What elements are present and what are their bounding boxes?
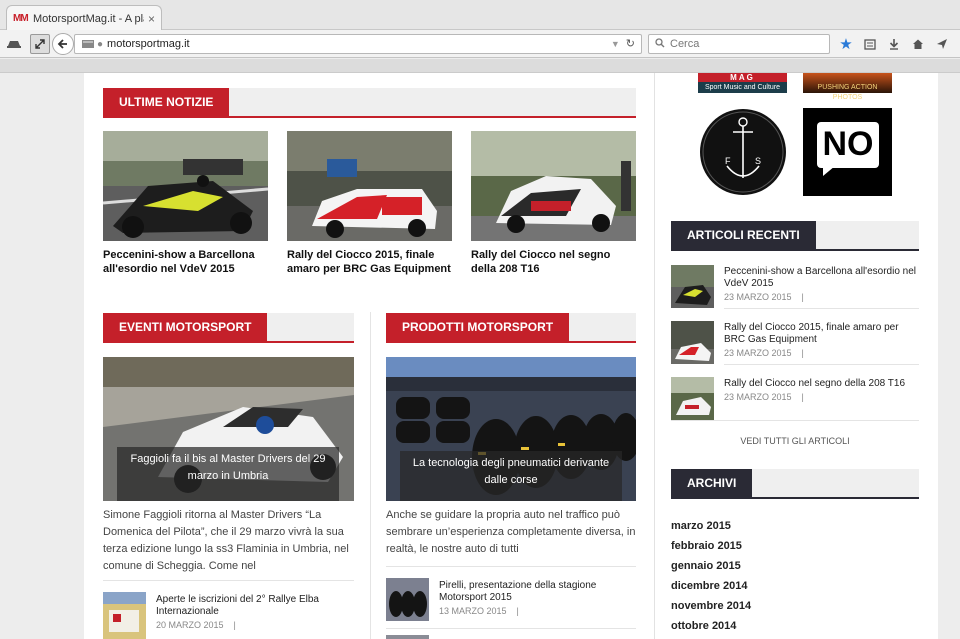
reading-list-icon[interactable]: [860, 34, 880, 54]
private-mode-icon[interactable]: [4, 34, 24, 54]
separator: [386, 566, 636, 567]
page-info-icon[interactable]: [81, 34, 95, 54]
see-all-articles-link[interactable]: VEDI TUTTI GLI ARTICOLI: [671, 436, 919, 446]
archive-link-6[interactable]: ottobre 2014: [671, 620, 736, 632]
section-header-products: PRODOTTI MOTORSPORT: [386, 313, 636, 343]
mag-brand: MAG: [698, 73, 787, 82]
search-placeholder: Cerca: [670, 38, 700, 50]
section-title: ULTIME NOTIZIE: [103, 88, 230, 116]
tab-title: MotorsportMag.it - A place ...: [33, 12, 144, 25]
dropdown-arrow-icon[interactable]: ▼: [611, 39, 620, 49]
recent-thumb-2[interactable]: [671, 321, 714, 364]
search-input[interactable]: Cerca: [648, 34, 830, 54]
events-list-date-1: 20 MARZO 2015 |: [156, 620, 236, 630]
products-list-date-1: 13 MARZO 2015 |: [439, 606, 519, 616]
archive-link-3[interactable]: gennaio 2015: [671, 560, 741, 572]
recent-title-2[interactable]: Rally del Ciocco 2015, finale amaro per …: [724, 322, 919, 346]
url-text: motorsportmag.it: [107, 38, 190, 50]
events-list-thumb-1[interactable]: [103, 592, 146, 639]
fullscreen-toggle-icon[interactable]: [30, 33, 50, 54]
search-icon: [655, 37, 665, 51]
column-divider: [370, 312, 371, 639]
news-title-2[interactable]: Rally del Ciocco 2015, finale amaro per …: [287, 248, 452, 276]
events-feature-title[interactable]: Faggioli fa il bis al Master Drivers del…: [117, 447, 339, 501]
address-bar[interactable]: ● motorsportmag.it ▼ ↻: [74, 34, 642, 54]
news-title-1[interactable]: Peccenini-show a Barcellona all'esordio …: [103, 248, 263, 276]
browser-tab[interactable]: MM MotorsportMag.it - A place ... ×: [6, 5, 162, 31]
recent-title-1[interactable]: Peccenini-show a Barcellona all'esordio …: [724, 266, 919, 290]
sidebar-divider: [654, 73, 655, 639]
products-list-thumb-1[interactable]: [386, 578, 429, 621]
reload-icon[interactable]: ▼ ↻: [611, 37, 635, 50]
site-favicon-icon: MM: [13, 12, 29, 24]
tab-bar: MM MotorsportMag.it - A place ... ×: [0, 0, 960, 31]
recent-title-3[interactable]: Rally del Ciocco nel segno della 208 T16: [724, 378, 919, 390]
logo-letter-f: F: [725, 156, 731, 166]
products-list-title-1[interactable]: Pirelli, presentazione della stagione Mo…: [439, 580, 634, 604]
separator: [103, 580, 354, 581]
section-header-news: ULTIME NOTIZIE: [103, 88, 636, 118]
globe-icon: ●: [97, 38, 104, 50]
products-list-thumb-2[interactable]: [386, 635, 429, 639]
events-list-title-1[interactable]: Aperte le iscrizioni del 2° Rallye Elba …: [156, 594, 346, 618]
products-feature-title[interactable]: La tecnologia degli pneumatici derivante…: [400, 451, 622, 501]
bookmarks-toolbar: [0, 59, 960, 73]
products-excerpt: Anche se guidare la propria auto nel tra…: [386, 509, 636, 555]
news-image-3[interactable]: [471, 131, 636, 241]
archive-link-1[interactable]: marzo 2015: [671, 520, 731, 532]
separator: [386, 628, 636, 629]
ad-caption: PUSHING ACTION PHOTOS: [817, 84, 878, 101]
section-header-recent: ARTICOLI RECENTI: [671, 221, 919, 251]
archive-link-5[interactable]: novembre 2014: [671, 600, 751, 612]
chat-icon[interactable]: [956, 34, 960, 54]
section-header-events: EVENTI MOTORSPORT: [103, 313, 354, 343]
back-button[interactable]: [52, 32, 74, 55]
section-title: PRODOTTI MOTORSPORT: [386, 313, 570, 341]
separator: [724, 364, 919, 365]
section-title: EVENTI MOTORSPORT: [103, 313, 268, 341]
bookmark-star-icon[interactable]: ★: [836, 34, 856, 54]
close-tab-icon[interactable]: ×: [148, 12, 155, 26]
news-image-1[interactable]: [103, 131, 268, 241]
no-logo[interactable]: NO: [803, 108, 892, 196]
archive-link-2[interactable]: febbraio 2015: [671, 540, 742, 552]
logo-letter-s: S: [755, 156, 762, 166]
separator: [671, 420, 919, 421]
section-title: ARTICOLI RECENTI: [671, 221, 816, 249]
recent-date-2: 23 MARZO 2015 |: [724, 348, 804, 358]
recent-thumb-1[interactable]: [671, 265, 714, 308]
archive-link-4[interactable]: dicembre 2014: [671, 580, 747, 592]
ad-caption: Sport Music and Culture: [704, 84, 781, 91]
section-header-archives: ARCHIVI: [671, 469, 919, 499]
section-title: ARCHIVI: [671, 469, 753, 497]
send-icon[interactable]: [932, 34, 952, 54]
pushing-action-photos-logo[interactable]: PUSHING ACTION PHOTOS: [803, 73, 892, 101]
recent-date-1: 23 MARZO 2015 |: [724, 292, 804, 302]
events-excerpt: Simone Faggioli ritorna al Master Driver…: [103, 509, 349, 572]
recent-thumb-3[interactable]: [671, 377, 714, 420]
news-image-2[interactable]: [287, 131, 452, 241]
sport-music-culture-logo[interactable]: MAG Sport Music and Culture: [698, 73, 787, 93]
no-logo-text: NO: [822, 125, 874, 163]
news-title-3[interactable]: Rally del Ciocco nel segno della 208 T16: [471, 248, 636, 276]
download-icon[interactable]: [884, 34, 904, 54]
navigation-bar: ● motorsportmag.it ▼ ↻ Cerca ★: [0, 30, 960, 58]
anchor-fs-logo[interactable]: F S: [699, 108, 787, 196]
separator: [724, 308, 919, 309]
recent-date-3: 23 MARZO 2015 |: [724, 392, 804, 402]
home-icon[interactable]: [908, 34, 928, 54]
